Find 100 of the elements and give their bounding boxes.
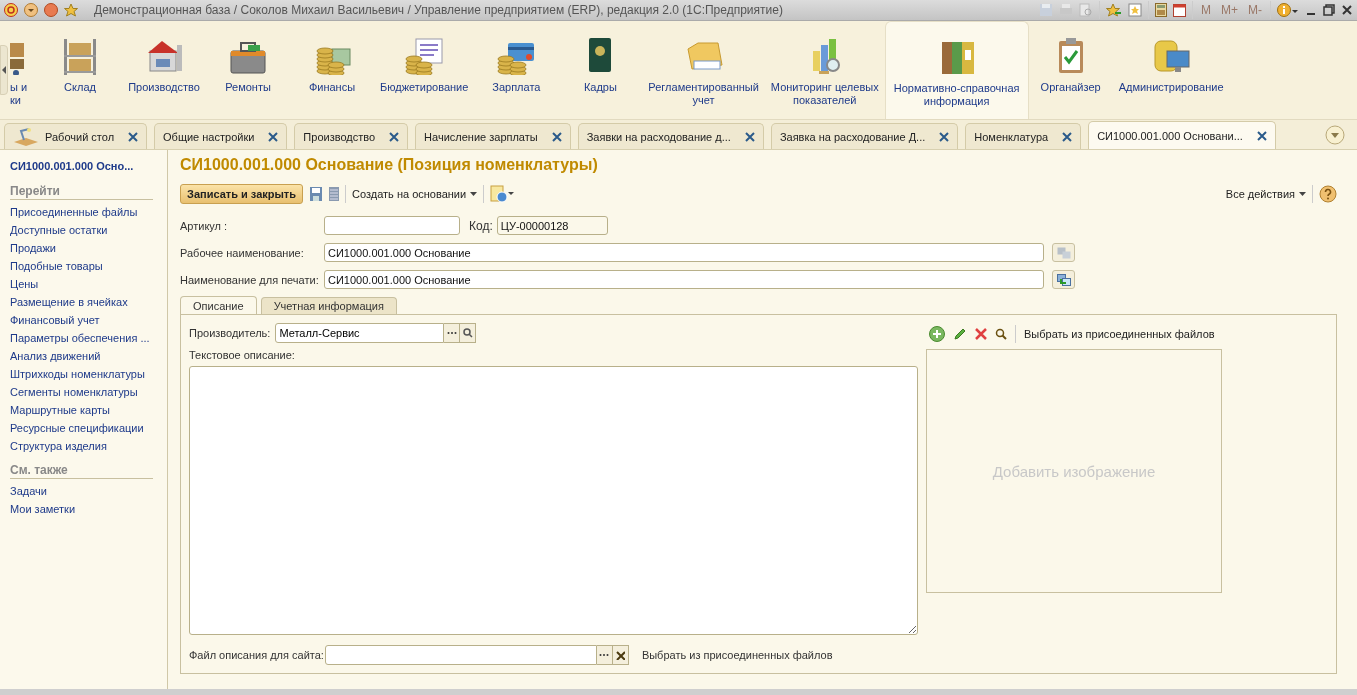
document-tab[interactable]: Рабочий стол	[4, 123, 148, 149]
close-icon	[615, 650, 625, 660]
caret-icon	[1299, 192, 1306, 196]
group-heading: Перейти	[10, 184, 153, 200]
document-tab[interactable]: Номенклатура	[965, 123, 1082, 149]
group-heading: См. также	[10, 463, 153, 479]
close-icon[interactable]	[744, 131, 755, 142]
copy-button[interactable]	[1052, 270, 1075, 289]
help-icon[interactable]	[1319, 185, 1337, 203]
section-item[interactable]: Склад	[38, 21, 122, 119]
input-field[interactable]: ЦУ-00000128	[496, 216, 608, 235]
nav-link[interactable]: Присоединенные файлы	[10, 203, 153, 221]
field-label: Наименование для печати:	[180, 273, 320, 286]
calculator-icon[interactable]	[1155, 3, 1167, 17]
desk-lamp-icon	[13, 127, 39, 146]
nav-link[interactable]: Цены	[10, 275, 153, 293]
save-icon[interactable]	[309, 186, 324, 202]
search-button[interactable]	[460, 323, 477, 343]
section-item[interactable]: Финансы	[290, 21, 374, 119]
section-item[interactable]: Ремонты	[206, 21, 290, 119]
nav-link[interactable]: Задачи	[10, 482, 153, 500]
input-field[interactable]	[324, 645, 597, 665]
report-coins-icon	[404, 35, 445, 75]
section-item[interactable]: Производство	[122, 21, 206, 119]
section-item[interactable]: Органайзер	[1028, 21, 1113, 119]
section-item[interactable]: Нормативно-справочная информация	[884, 21, 1029, 119]
nav-link[interactable]: Финансовый учет	[10, 311, 153, 329]
ellipsis-button[interactable]	[444, 323, 461, 343]
close-icon[interactable]	[268, 131, 279, 142]
window-title: Демонстрационная база / Соколов Михаил Васильевич / Управление предприятием (ERP), редакция 2.0 (1С:Предприятие)	[94, 3, 783, 17]
section-item[interactable]: Регламентированный учет	[642, 21, 765, 119]
form-tab[interactable]: Описание	[180, 296, 257, 314]
field-label: Файл описания для сайта:	[189, 649, 324, 661]
section-item[interactable]: Зарплата	[474, 21, 559, 119]
nav-link[interactable]: Структура изделия	[10, 437, 153, 455]
close-icon[interactable]	[1341, 3, 1353, 17]
nav-link[interactable]: Подобные товары	[10, 257, 153, 275]
caret-icon	[470, 192, 478, 196]
document-tab[interactable]: Заявка на расходование Д...	[770, 123, 959, 149]
field-label: Артикул :	[180, 219, 229, 232]
search-icon[interactable]	[995, 328, 1007, 340]
field-label: Текстовое описание:	[189, 349, 296, 361]
star-page-icon[interactable]	[1128, 3, 1142, 17]
close-icon[interactable]	[551, 131, 562, 142]
section-item[interactable]: ы и ки	[8, 21, 38, 119]
stop-icon[interactable]	[44, 3, 58, 17]
description-field[interactable]	[189, 366, 918, 635]
close-icon[interactable]	[1256, 130, 1267, 141]
section-item[interactable]: Кадры	[558, 21, 643, 119]
section-item[interactable]: Мониторинг целевых показателей	[764, 21, 885, 119]
list-icon[interactable]	[329, 186, 340, 202]
tabs-menu-icon[interactable]	[1325, 124, 1345, 145]
nav-link[interactable]: Мои заметки	[10, 500, 153, 518]
close-icon[interactable]	[389, 131, 400, 142]
nav-link[interactable]: Доступные остатки	[10, 221, 153, 239]
info-icon[interactable]	[1277, 3, 1299, 17]
restore-icon[interactable]	[1323, 3, 1335, 17]
ellipsis-icon	[446, 331, 457, 335]
input-field[interactable]	[324, 216, 460, 235]
nav-link[interactable]: Продажи	[10, 239, 153, 257]
pick-file-link[interactable]: Выбрать из присоединенных файлов	[1024, 328, 1215, 340]
section-item[interactable]: Бюджетирование	[374, 21, 475, 119]
sidebar-title: СИ1000.001.000 Осно...	[10, 160, 135, 172]
document-tab[interactable]: Производство	[294, 123, 409, 149]
pick-file-link[interactable]: Выбрать из присоединенных файлов	[641, 649, 833, 661]
logo-icon[interactable]	[4, 3, 18, 17]
nav-link[interactable]: Маршрутные карты	[10, 401, 153, 419]
nav-link[interactable]: Ресурсные спецификации	[10, 419, 153, 437]
field-label: Производитель:	[189, 327, 271, 339]
search-icon	[462, 328, 473, 338]
close-icon[interactable]	[939, 131, 950, 142]
save-close-button[interactable]: Записать и закрыть	[180, 184, 304, 204]
arrow-left-icon	[1, 65, 7, 75]
document-tab[interactable]: Общие настройки	[154, 123, 288, 149]
form-tab[interactable]: Учетная информация	[260, 297, 397, 314]
section-item[interactable]: Администрирование	[1112, 21, 1230, 119]
close-icon[interactable]	[128, 131, 139, 142]
calendar-icon[interactable]	[1173, 3, 1186, 17]
add-icon[interactable]	[929, 326, 945, 342]
document-tab[interactable]: Начисление зарплаты	[415, 123, 571, 149]
nav-link[interactable]: Штрихкоды номенклатуры	[10, 365, 153, 383]
dropdown-icon[interactable]	[24, 3, 38, 17]
nav-link[interactable]: Параметры обеспечения ...	[10, 329, 153, 347]
input-field[interactable]: Металл-Сервис	[275, 323, 445, 343]
scroll-left-button[interactable]	[0, 45, 8, 95]
document-tab[interactable]: СИ1000.001.000 Основани...	[1088, 121, 1276, 149]
document-tab[interactable]: Заявки на расходование д...	[577, 123, 764, 149]
pencil-icon[interactable]	[953, 327, 967, 341]
close-icon[interactable]	[1062, 131, 1073, 142]
input-field[interactable]: СИ1000.001.000 Основание	[324, 243, 1044, 262]
star-icon[interactable]	[64, 3, 78, 17]
input-field[interactable]: СИ1000.001.000 Основание	[324, 270, 1044, 289]
nav-link[interactable]: Анализ движений	[10, 347, 153, 365]
delete-icon[interactable]	[975, 328, 987, 340]
all-actions-menu[interactable]: Все действия	[1225, 188, 1306, 200]
nav-link[interactable]: Сегменты номенклатуры	[10, 383, 153, 401]
create-based-menu[interactable]: Создать на основании	[352, 188, 478, 200]
field-label: Код:	[469, 218, 493, 233]
nav-link[interactable]: Размещение в ячейках	[10, 293, 153, 311]
star-arrow-icon[interactable]	[1106, 3, 1122, 17]
